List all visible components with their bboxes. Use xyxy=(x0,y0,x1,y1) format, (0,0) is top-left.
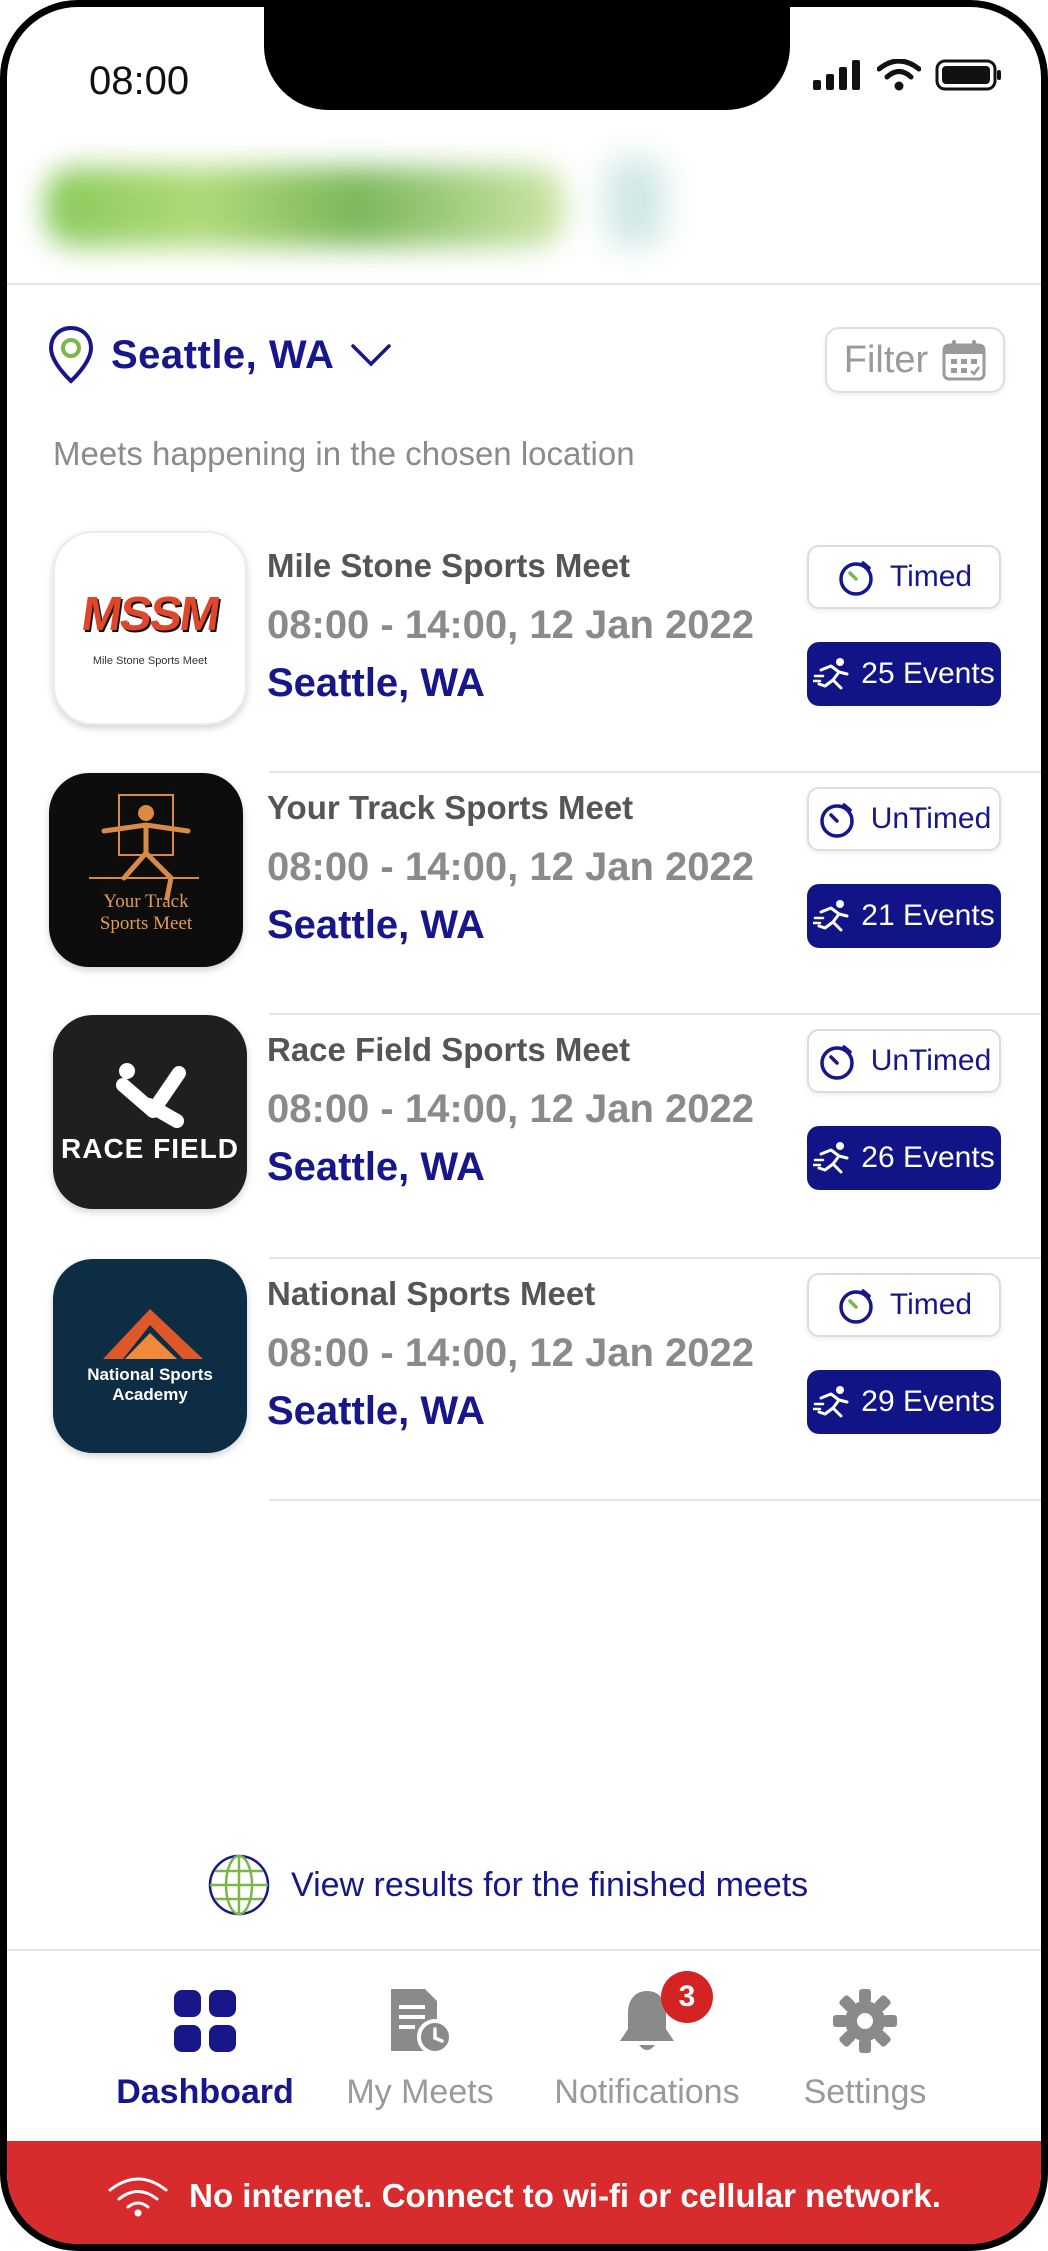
meet-logo-text: MSSM xyxy=(78,588,222,641)
meet-logo-subtext: Academy xyxy=(112,1385,188,1404)
map-pin-icon xyxy=(48,325,94,384)
tab-label: Dashboard xyxy=(116,2073,294,2111)
tab-settings[interactable]: Settings xyxy=(755,1981,975,2112)
stopwatch-icon xyxy=(819,803,854,838)
mountain-emblem-icon xyxy=(103,1309,203,1359)
meet-name: Mile Stone Sports Meet xyxy=(267,547,631,584)
notch xyxy=(264,7,790,110)
meet-logo-text: RACE FIELD xyxy=(61,1133,239,1164)
tag-label: Timed xyxy=(889,560,973,593)
bottom-tab-bar: Dashboard My Meets 3 Notifications Setti… xyxy=(7,1949,1041,2143)
meet-logo-text: Your Track xyxy=(103,891,189,912)
meet-logo-your-track: Your Track Sports Meet xyxy=(49,773,243,967)
dashboard-grid-icon xyxy=(174,1990,236,2052)
meet-card-race-field[interactable]: RACE FIELD Race Field Sports Meet 08:00 … xyxy=(7,1015,1041,1259)
events-count-badge: 26 Events xyxy=(807,1126,1001,1190)
status-icons xyxy=(813,59,1003,91)
tag-label: Timed xyxy=(889,1288,973,1321)
meet-time: 08:00 - 14:00, 12 Jan 2022 xyxy=(267,603,755,647)
meet-card-national[interactable]: National Sports Academy National Sports … xyxy=(7,1259,1041,1501)
tag-label: UnTimed xyxy=(870,1044,992,1077)
filter-label: Filter xyxy=(843,338,929,381)
meet-name: Race Field Sports Meet xyxy=(267,1031,631,1068)
meet-city: Seattle, WA xyxy=(267,661,485,705)
location-selector[interactable]: Seattle, WA xyxy=(47,325,392,385)
timed-tag: Timed xyxy=(807,1273,1001,1337)
battery-icon xyxy=(935,59,1001,91)
events-count-badge: 25 Events xyxy=(807,642,1001,706)
wifi-icon xyxy=(877,59,921,91)
tag-label: UnTimed xyxy=(870,802,992,835)
yoga-figure-icon xyxy=(89,794,199,901)
tab-my-meets[interactable]: My Meets xyxy=(310,1981,530,2112)
cellular-signal-icon xyxy=(813,60,860,90)
timed-tag: Timed xyxy=(807,545,1001,609)
view-results-label: View results for the finished meets xyxy=(291,1865,809,1904)
runner-icon xyxy=(813,1386,849,1418)
meet-time: 08:00 - 14:00, 12 Jan 2022 xyxy=(267,1331,755,1375)
meet-logo-national: National Sports Academy xyxy=(53,1259,247,1453)
stopwatch-icon xyxy=(819,1045,854,1080)
meet-logo-subtext: Sports Meet xyxy=(99,913,193,934)
calendar-icon xyxy=(942,340,986,381)
location-subtitle: Meets happening in the chosen location xyxy=(53,435,635,472)
untimed-tag: UnTimed xyxy=(807,1029,1001,1093)
meet-name: National Sports Meet xyxy=(267,1275,596,1312)
notification-count-badge: 3 xyxy=(661,1971,713,2023)
document-clock-icon xyxy=(391,1989,453,2055)
tab-dashboard[interactable]: Dashboard xyxy=(95,1981,315,2112)
status-time: 08:00 xyxy=(89,59,190,103)
events-count: 21 Events xyxy=(861,899,995,932)
gear-icon xyxy=(833,1989,897,2053)
meet-card-your-track[interactable]: Your Track Sports Meet Your Track Sports… xyxy=(7,773,1041,1015)
race-field-emblem-icon xyxy=(116,1063,186,1128)
meet-name: Your Track Sports Meet xyxy=(267,789,634,826)
events-count-badge: 29 Events xyxy=(807,1370,1001,1434)
events-count-badge: 21 Events xyxy=(807,884,1001,948)
app-logo-blurred xyxy=(45,157,665,267)
globe-icon xyxy=(208,1854,270,1916)
offline-message: No internet. Connect to wi-fi or cellula… xyxy=(189,2177,941,2214)
stopwatch-icon xyxy=(839,1289,873,1324)
meet-logo-mssm: MSSM Mile Stone Sports Meet xyxy=(53,531,247,725)
meet-divider xyxy=(269,1499,1041,1501)
runner-icon xyxy=(813,900,849,932)
meet-time: 08:00 - 14:00, 12 Jan 2022 xyxy=(267,1087,755,1131)
meet-card-mile-stone[interactable]: MSSM Mile Stone Sports Meet Mile Stone S… xyxy=(7,531,1041,773)
filter-button[interactable]: Filter xyxy=(825,327,1005,393)
events-count: 25 Events xyxy=(861,657,995,690)
location-city: Seattle, WA xyxy=(111,332,335,377)
tab-label: Notifications xyxy=(554,2073,740,2111)
meet-city: Seattle, WA xyxy=(267,903,485,947)
phone-frame: 08:00 Seattle, WA Filter Meets happening… xyxy=(0,0,1048,2251)
tab-label: My Meets xyxy=(346,2073,494,2111)
meet-city: Seattle, WA xyxy=(267,1389,485,1433)
meet-time: 08:00 - 14:00, 12 Jan 2022 xyxy=(267,845,755,889)
meet-logo-subtext: Mile Stone Sports Meet xyxy=(92,655,208,667)
events-count: 29 Events xyxy=(861,1385,995,1418)
untimed-tag: UnTimed xyxy=(807,787,1001,851)
meet-logo-text: National Sports xyxy=(87,1365,213,1384)
tab-label: Settings xyxy=(803,2073,927,2111)
tab-notifications[interactable]: 3 Notifications xyxy=(537,1971,757,2112)
meet-city: Seattle, WA xyxy=(267,1145,485,1189)
runner-icon xyxy=(813,1142,849,1174)
runner-icon xyxy=(813,658,849,690)
events-count: 26 Events xyxy=(861,1141,995,1174)
header-divider xyxy=(7,283,1041,285)
stopwatch-icon xyxy=(839,561,873,596)
view-results-link[interactable]: View results for the finished meets xyxy=(207,1853,808,1917)
wifi-icon xyxy=(108,2177,168,2217)
chevron-down-icon xyxy=(351,344,392,367)
offline-banner: No internet. Connect to wi-fi or cellula… xyxy=(7,2141,1041,2244)
meet-logo-race-field: RACE FIELD xyxy=(53,1015,247,1209)
